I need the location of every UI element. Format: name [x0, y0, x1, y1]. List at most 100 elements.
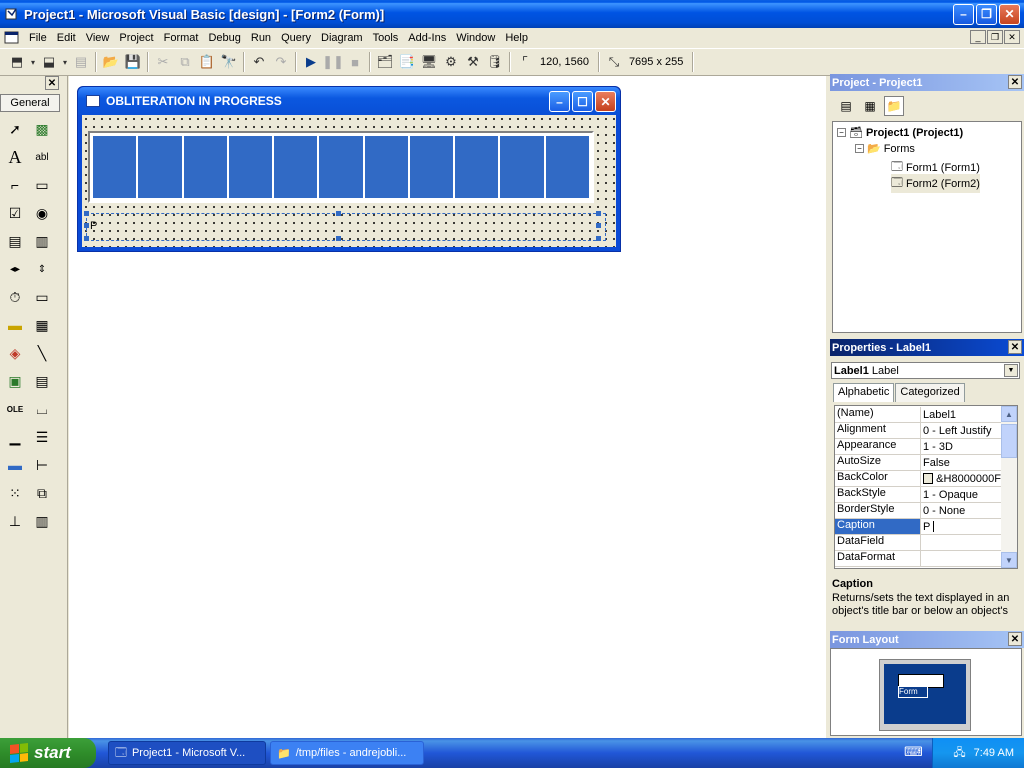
- combobox-icon[interactable]: ▤: [3, 229, 27, 253]
- mdi-minimize-button[interactable]: _: [970, 30, 986, 44]
- form2-titlebar[interactable]: OBLITERATION IN PROGRESS: [78, 87, 620, 115]
- label-tool-icon[interactable]: A: [3, 145, 27, 169]
- commandbutton-icon[interactable]: ▭: [30, 173, 54, 197]
- resize-handle[interactable]: [596, 223, 601, 228]
- properties-scrollbar[interactable]: ▲ ▼: [1001, 406, 1017, 568]
- menu-query[interactable]: Query: [276, 32, 316, 44]
- timer-icon[interactable]: ⏱: [3, 285, 27, 309]
- form2-designer-window[interactable]: OBLITERATION IN PROGRESS – ☐ ✕ P: [77, 86, 621, 252]
- taskbar-item-vb[interactable]: 🗔 Project1 - Microsoft V...: [108, 741, 266, 765]
- resize-handle[interactable]: [84, 223, 89, 228]
- tree-node-project[interactable]: − 🗃 Project1 (Project1): [837, 126, 963, 139]
- hscrollbar-icon[interactable]: ◂▸: [3, 257, 27, 281]
- form-minimize-button[interactable]: –: [549, 91, 570, 112]
- property-value[interactable]: 1 - Opaque: [923, 489, 978, 501]
- textbox-icon[interactable]: abl: [30, 145, 54, 169]
- resize-handle[interactable]: [336, 236, 341, 241]
- statusbar-icon[interactable]: ☰: [30, 425, 54, 449]
- vscrollbar-icon[interactable]: ⇕: [30, 257, 54, 281]
- menu-help[interactable]: Help: [500, 32, 533, 44]
- add-form-icon[interactable]: ⬓: [38, 51, 60, 73]
- resize-handle[interactable]: [596, 211, 601, 216]
- menu-run[interactable]: Run: [246, 32, 276, 44]
- chevron-down-icon[interactable]: ▾: [60, 51, 70, 73]
- listbox-icon[interactable]: ▥: [30, 229, 54, 253]
- property-value[interactable]: 0 - Left Justify: [923, 425, 991, 437]
- property-row[interactable]: (Name) Label1: [835, 407, 1001, 423]
- menu-file[interactable]: File: [24, 32, 52, 44]
- project-explorer-close-button[interactable]: ✕: [1008, 75, 1022, 89]
- form-maximize-button[interactable]: ☐: [572, 91, 593, 112]
- save-icon[interactable]: 💾: [122, 51, 144, 73]
- imagelist-icon[interactable]: ⧉: [30, 481, 54, 505]
- menu-add-ins[interactable]: Add-Ins: [403, 32, 451, 44]
- view-object-icon[interactable]: ▦: [860, 96, 880, 116]
- form-position-preview-2[interactable]: Form: [898, 686, 928, 698]
- form-layout-close-button[interactable]: ✕: [1008, 632, 1022, 646]
- form-doc-icon[interactable]: [4, 31, 20, 45]
- optionbutton-icon[interactable]: ◉: [30, 201, 54, 225]
- chevron-down-icon[interactable]: ▼: [1004, 364, 1018, 377]
- menu-editor-icon[interactable]: ▤: [70, 51, 92, 73]
- resize-handle[interactable]: [84, 211, 89, 216]
- minimize-button[interactable]: –: [953, 3, 974, 25]
- menu-project[interactable]: Project: [114, 32, 158, 44]
- scroll-down-icon[interactable]: ▼: [1001, 552, 1017, 568]
- scroll-thumb[interactable]: [1001, 424, 1017, 458]
- listview-icon[interactable]: ⁙: [3, 481, 27, 505]
- property-value-input[interactable]: P: [923, 521, 930, 533]
- tree-node-form2[interactable]: 🗔 Form2 (Form2): [891, 174, 980, 193]
- find-icon[interactable]: 🔭: [218, 51, 240, 73]
- view-code-icon[interactable]: ▤: [836, 96, 856, 116]
- tab-categorized[interactable]: Categorized: [895, 383, 965, 402]
- restore-button[interactable]: ❐: [976, 3, 997, 25]
- toolbox-close-button[interactable]: ✕: [45, 76, 59, 90]
- properties-close-button[interactable]: ✕: [1008, 340, 1022, 354]
- main-titlebar[interactable]: Project1 - Microsoft Visual Basic [desig…: [0, 0, 1024, 28]
- menu-view[interactable]: View: [81, 32, 115, 44]
- network-icon[interactable]: 🖧: [953, 744, 965, 763]
- menu-edit[interactable]: Edit: [52, 32, 81, 44]
- data-view-icon[interactable]: 🛢: [484, 51, 506, 73]
- form-layout-titlebar[interactable]: Form Layout ✕: [830, 631, 1024, 648]
- redo-icon[interactable]: ↷: [270, 51, 292, 73]
- menu-tools[interactable]: Tools: [368, 32, 404, 44]
- tree-node-forms[interactable]: − 📂 Forms: [855, 142, 915, 155]
- filelistbox-icon[interactable]: ▦: [30, 313, 54, 337]
- checkbox-icon[interactable]: ☑: [3, 201, 27, 225]
- menu-format[interactable]: Format: [159, 32, 204, 44]
- slider-icon[interactable]: ⊥: [3, 509, 27, 533]
- treeview-icon[interactable]: ⊢: [30, 453, 54, 477]
- image-icon[interactable]: ▣: [3, 369, 27, 393]
- keyboard-icon[interactable]: ⌨: [904, 744, 923, 760]
- cut-icon[interactable]: ✂: [152, 51, 174, 73]
- progress-bar[interactable]: [88, 131, 594, 203]
- property-row-selected[interactable]: Caption P: [835, 519, 1001, 535]
- toggle-folders-icon[interactable]: 📁: [884, 96, 904, 116]
- property-row[interactable]: BackColor &H8000000F: [835, 471, 1001, 487]
- property-row[interactable]: BackStyle 1 - Opaque: [835, 487, 1001, 503]
- taskbar-item-files[interactable]: 📁 /tmp/files - andrejobli...: [270, 741, 424, 765]
- toolbox-tab-general[interactable]: General: [0, 94, 60, 112]
- end-icon[interactable]: ■: [344, 51, 366, 73]
- object-selector[interactable]: Label1 Label ▼: [831, 362, 1020, 379]
- collapse-icon[interactable]: −: [837, 128, 846, 137]
- mdi-restore-button[interactable]: ❐: [987, 30, 1003, 44]
- menu-diagram[interactable]: Diagram: [316, 32, 368, 44]
- resize-handle[interactable]: [596, 236, 601, 241]
- paste-icon[interactable]: 📋: [196, 51, 218, 73]
- property-value[interactable]: 1 - 3D: [923, 441, 953, 453]
- property-value[interactable]: &H8000000F: [936, 473, 1001, 485]
- tabstrip-icon[interactable]: ⌴: [30, 397, 54, 421]
- property-value[interactable]: False: [923, 457, 950, 469]
- toolbox-icon[interactable]: ⚒: [462, 51, 484, 73]
- property-value[interactable]: Label1: [923, 409, 956, 421]
- project-explorer-titlebar[interactable]: Project - Project1 ✕: [830, 74, 1024, 91]
- copy-icon[interactable]: ⧉: [174, 51, 196, 73]
- pointer-icon[interactable]: ➚: [3, 117, 27, 141]
- toolbar-tool-icon[interactable]: ▁: [3, 425, 27, 449]
- object-browser-icon[interactable]: ⚙: [440, 51, 462, 73]
- property-value[interactable]: 0 - None: [923, 505, 965, 517]
- shape-icon[interactable]: ◈: [3, 341, 27, 365]
- form-client-area[interactable]: P: [82, 115, 616, 247]
